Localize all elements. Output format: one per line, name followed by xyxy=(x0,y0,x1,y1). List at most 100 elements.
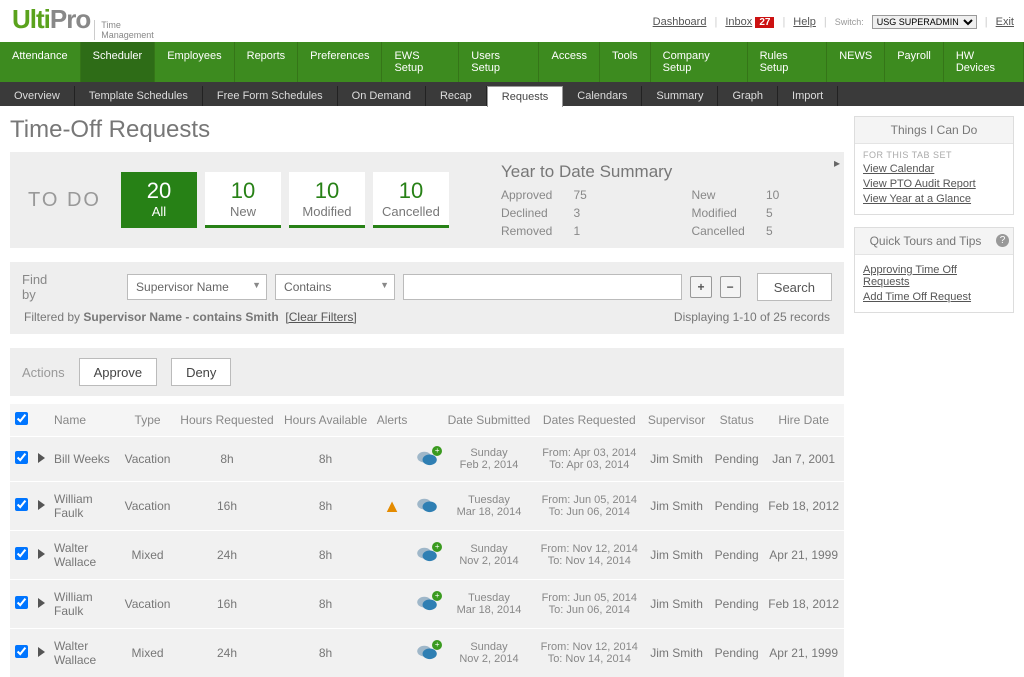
cell-alerts xyxy=(372,580,412,629)
help-link[interactable]: Help xyxy=(793,16,816,28)
nav-hw-devices[interactable]: HW Devices xyxy=(944,42,1024,82)
tab-overview[interactable]: Overview xyxy=(0,86,75,106)
warning-icon: ▲ xyxy=(383,496,401,516)
actions-label: Actions xyxy=(22,365,65,380)
cell-dates-requested: From: Jun 05, 2014To: Jun 06, 2014 xyxy=(535,580,643,629)
collapse-summary-icon[interactable]: ▸ xyxy=(830,152,844,174)
nav-access[interactable]: Access xyxy=(539,42,599,82)
side-link-approving-time-off-requests[interactable]: Approving Time Off Requests xyxy=(863,264,1005,288)
row-checkbox[interactable] xyxy=(15,645,28,658)
cell-status: Pending xyxy=(710,482,763,531)
tile-cancelled[interactable]: 10Cancelled xyxy=(373,172,449,228)
dashboard-link[interactable]: Dashboard xyxy=(653,16,707,28)
nav-attendance[interactable]: Attendance xyxy=(0,42,81,82)
tab-import[interactable]: Import xyxy=(778,86,838,106)
row-checkbox[interactable] xyxy=(15,451,28,464)
nav-news[interactable]: NEWS xyxy=(827,42,885,82)
cell-hire-date: Feb 18, 2012 xyxy=(763,580,844,629)
cell-date-submitted: SundayNov 2, 2014 xyxy=(443,531,536,580)
things-subtitle: FOR THIS TAB SET xyxy=(863,150,1005,160)
comment-icon[interactable]: + xyxy=(416,450,438,466)
cell-supervisor: Jim Smith xyxy=(643,437,710,482)
exit-link[interactable]: Exit xyxy=(996,16,1014,28)
expand-row-icon[interactable] xyxy=(38,453,45,463)
cell-hire-date: Jan 7, 2001 xyxy=(763,437,844,482)
comment-icon[interactable] xyxy=(416,497,438,513)
cell-hours-available: 8h xyxy=(279,437,372,482)
add-filter-button[interactable]: + xyxy=(690,276,711,298)
filter-op-select[interactable]: Contains xyxy=(275,274,395,300)
expand-row-icon[interactable] xyxy=(38,500,45,510)
findby-label: Find by xyxy=(22,272,63,302)
cell-type: Mixed xyxy=(120,531,175,580)
filter-field-select[interactable]: Supervisor Name xyxy=(127,274,267,300)
main-nav: AttendanceSchedulerEmployeesReportsPrefe… xyxy=(0,42,1024,82)
tab-summary[interactable]: Summary xyxy=(642,86,718,106)
cell-dates-requested: From: Nov 12, 2014To: Nov 14, 2014 xyxy=(535,531,643,580)
clear-filters-link[interactable]: [Clear Filters] xyxy=(285,310,356,324)
side-link-view-year-at-a-glance[interactable]: View Year at a Glance xyxy=(863,193,1005,205)
filter-summary-prefix: Filtered by xyxy=(24,310,83,324)
side-link-view-pto-audit-report[interactable]: View PTO Audit Report xyxy=(863,178,1005,190)
comment-icon[interactable]: + xyxy=(416,644,438,660)
todo-label: TO DO xyxy=(28,189,101,212)
expand-row-icon[interactable] xyxy=(38,598,45,608)
nav-employees[interactable]: Employees xyxy=(155,42,234,82)
cell-hours-requested: 16h xyxy=(175,580,279,629)
cell-name: Bill Weeks xyxy=(50,437,120,482)
tile-new[interactable]: 10New xyxy=(205,172,281,228)
search-button[interactable]: Search xyxy=(757,273,832,301)
cell-alerts xyxy=(372,629,412,677)
cell-date-submitted: SundayFeb 2, 2014 xyxy=(443,437,536,482)
nav-rules-setup[interactable]: Rules Setup xyxy=(748,42,828,82)
tours-panel: Quick Tours and Tips? Approving Time Off… xyxy=(854,227,1014,313)
tab-on-demand[interactable]: On Demand xyxy=(338,86,426,106)
nav-reports[interactable]: Reports xyxy=(235,42,299,82)
inbox-link[interactable]: Inbox xyxy=(725,16,752,28)
nav-preferences[interactable]: Preferences xyxy=(298,42,382,82)
cell-hours-available: 8h xyxy=(279,580,372,629)
deny-button[interactable]: Deny xyxy=(171,358,231,386)
sub-nav: OverviewTemplate SchedulesFree Form Sche… xyxy=(0,82,1024,106)
nav-payroll[interactable]: Payroll xyxy=(885,42,944,82)
tab-recap[interactable]: Recap xyxy=(426,86,487,106)
page-title: Time-Off Requests xyxy=(10,116,844,144)
comment-icon[interactable]: + xyxy=(416,595,438,611)
cell-alerts xyxy=(372,437,412,482)
tab-graph[interactable]: Graph xyxy=(718,86,778,106)
select-all-checkbox[interactable] xyxy=(15,412,28,425)
side-link-add-time-off-request[interactable]: Add Time Off Request xyxy=(863,291,1005,303)
tab-free-form-schedules[interactable]: Free Form Schedules xyxy=(203,86,338,106)
tab-template-schedules[interactable]: Template Schedules xyxy=(75,86,203,106)
cell-hours-requested: 24h xyxy=(175,531,279,580)
row-checkbox[interactable] xyxy=(15,596,28,609)
expand-row-icon[interactable] xyxy=(38,549,45,559)
tab-requests[interactable]: Requests xyxy=(487,86,563,107)
remove-filter-button[interactable]: − xyxy=(720,276,741,298)
cell-dates-requested: From: Jun 05, 2014To: Jun 06, 2014 xyxy=(535,482,643,531)
nav-users-setup[interactable]: Users Setup xyxy=(459,42,539,82)
tile-modified[interactable]: 10Modified xyxy=(289,172,365,228)
nav-scheduler[interactable]: Scheduler xyxy=(81,42,156,82)
approve-button[interactable]: Approve xyxy=(79,358,157,386)
cell-supervisor: Jim Smith xyxy=(643,629,710,677)
tours-title: Quick Tours and Tips xyxy=(870,234,982,248)
cell-name: Walter Wallace xyxy=(50,531,120,580)
row-checkbox[interactable] xyxy=(15,498,28,511)
cell-dates-requested: From: Nov 12, 2014To: Nov 14, 2014 xyxy=(535,629,643,677)
filter-value-input[interactable] xyxy=(403,274,682,300)
tile-all[interactable]: 20All xyxy=(121,172,197,228)
side-link-view-calendar[interactable]: View Calendar xyxy=(863,163,1005,175)
cell-date-submitted: SundayNov 2, 2014 xyxy=(443,629,536,677)
expand-row-icon[interactable] xyxy=(38,647,45,657)
switch-user-select[interactable]: USG SUPERADMIN xyxy=(872,15,977,29)
cell-status: Pending xyxy=(710,437,763,482)
nav-tools[interactable]: Tools xyxy=(600,42,651,82)
cell-status: Pending xyxy=(710,531,763,580)
nav-ews-setup[interactable]: EWS Setup xyxy=(382,42,459,82)
switch-label: Switch: xyxy=(835,17,864,27)
nav-company-setup[interactable]: Company Setup xyxy=(651,42,748,82)
tab-calendars[interactable]: Calendars xyxy=(563,86,642,106)
info-icon[interactable]: ? xyxy=(996,234,1009,247)
table-row: William FaulkVacation16h8h+TuesdayMar 18… xyxy=(10,580,844,629)
